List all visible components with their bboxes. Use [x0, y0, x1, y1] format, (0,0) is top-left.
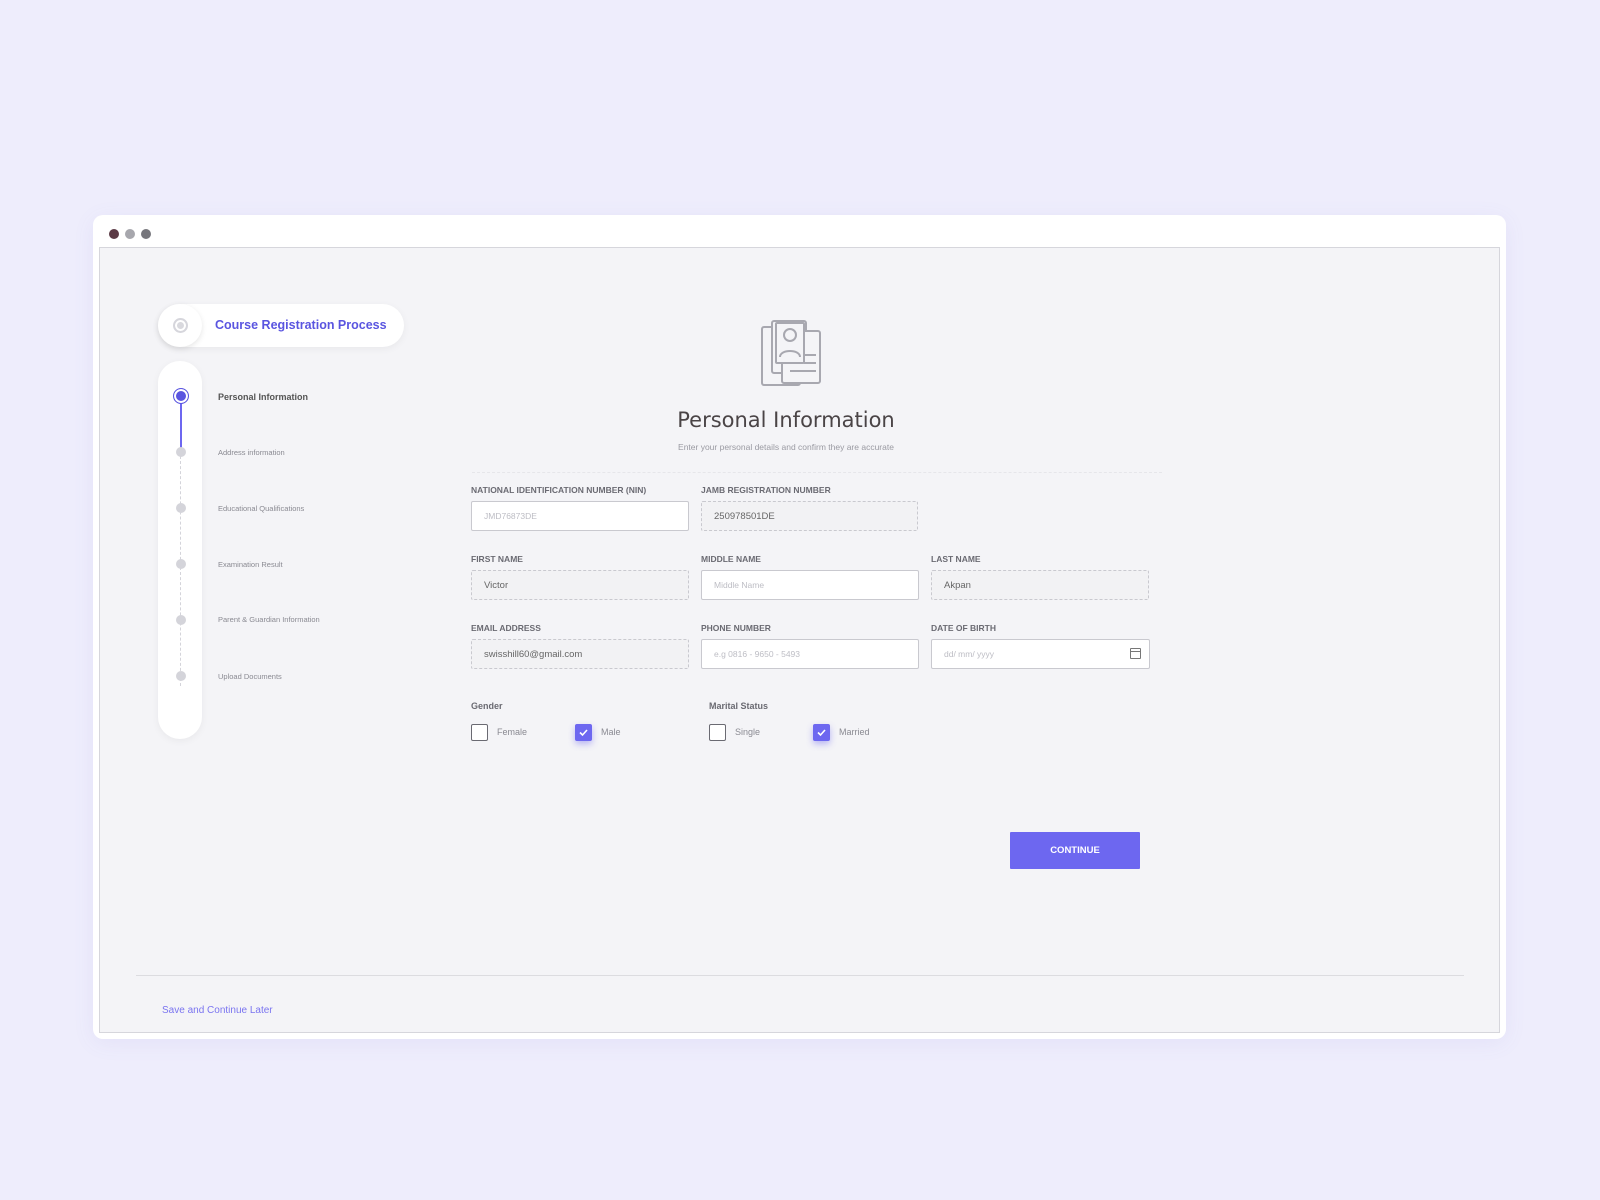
gender-male-label: Male [601, 727, 621, 737]
marital-single-checkbox[interactable] [709, 724, 726, 741]
step-label-address-information[interactable]: Address information [218, 448, 285, 457]
checkmark-icon [579, 729, 588, 737]
browser-window: Course Registration Process Personal Inf… [93, 215, 1506, 1039]
phone-label: PHONE NUMBER [701, 623, 771, 633]
page-content: Course Registration Process Personal Inf… [99, 247, 1500, 1033]
step-dot-personal-information[interactable] [173, 388, 189, 404]
step-label-personal-information[interactable]: Personal Information [218, 392, 308, 402]
process-title: Course Registration Process [215, 318, 387, 332]
email-label: EMAIL ADDRESS [471, 623, 541, 633]
document-user-icon [761, 320, 821, 386]
middle-name-input[interactable] [701, 570, 919, 600]
step-dot-examination-result[interactable] [176, 559, 186, 569]
gender-female-label: Female [497, 727, 528, 737]
gender-label: Gender [471, 701, 503, 711]
nin-input[interactable] [471, 501, 689, 531]
last-name-input[interactable] [931, 570, 1149, 600]
phone-input[interactable] [701, 639, 919, 669]
close-window-dot[interactable] [109, 229, 119, 239]
checkmark-icon [817, 729, 826, 737]
dob-label: DATE OF BIRTH [931, 623, 997, 633]
minimize-window-dot[interactable] [125, 229, 135, 239]
marital-married-label: Married [839, 727, 870, 737]
step-dot-educational-qualifications[interactable] [176, 503, 186, 513]
header-divider [472, 472, 1162, 473]
jamb-label: JAMB REGISTRATION NUMBER [701, 485, 831, 495]
window-controls [109, 229, 151, 239]
jamb-input[interactable] [701, 501, 918, 531]
marital-status-label: Marital Status [709, 701, 769, 711]
email-input[interactable] [471, 639, 689, 669]
first-name-label: FIRST NAME [471, 554, 523, 564]
marital-single-label: Single [735, 727, 761, 737]
step-label-parent-guardian-information[interactable]: Parent & Guardian Information [218, 615, 320, 624]
gender-female-checkbox[interactable] [471, 724, 488, 741]
calendar-icon[interactable] [1130, 648, 1141, 659]
stepper-progress-line [180, 403, 182, 453]
stepper-pending-line [180, 456, 181, 686]
dob-input[interactable] [931, 639, 1150, 669]
continue-button[interactable]: CONTINUE [1010, 832, 1140, 869]
step-dot-address-information[interactable] [176, 447, 186, 457]
step-label-upload-documents[interactable]: Upload Documents [218, 672, 282, 681]
maximize-window-dot[interactable] [141, 229, 151, 239]
marital-married-checkbox[interactable] [813, 724, 830, 741]
footer-divider [136, 975, 1464, 976]
last-name-label: LAST NAME [931, 554, 981, 564]
step-label-examination-result[interactable]: Examination Result [218, 560, 283, 569]
page-title: Personal Information [677, 408, 895, 432]
gender-male-checkbox[interactable] [575, 724, 592, 741]
middle-name-label: MIDDLE NAME [701, 554, 761, 564]
first-name-input[interactable] [471, 570, 689, 600]
page-subtitle: Enter your personal details and confirm … [678, 442, 894, 452]
nin-label: NATIONAL IDENTIFICATION NUMBER (NIN) [471, 485, 647, 495]
process-status-icon [158, 304, 202, 347]
step-dot-upload-documents[interactable] [176, 671, 186, 681]
step-label-educational-qualifications[interactable]: Educational Qualifications [218, 504, 304, 513]
save-and-continue-later-link[interactable]: Save and Continue Later [162, 1005, 273, 1016]
step-dot-parent-guardian-information[interactable] [176, 615, 186, 625]
registration-process-header: Course Registration Process [158, 304, 404, 347]
